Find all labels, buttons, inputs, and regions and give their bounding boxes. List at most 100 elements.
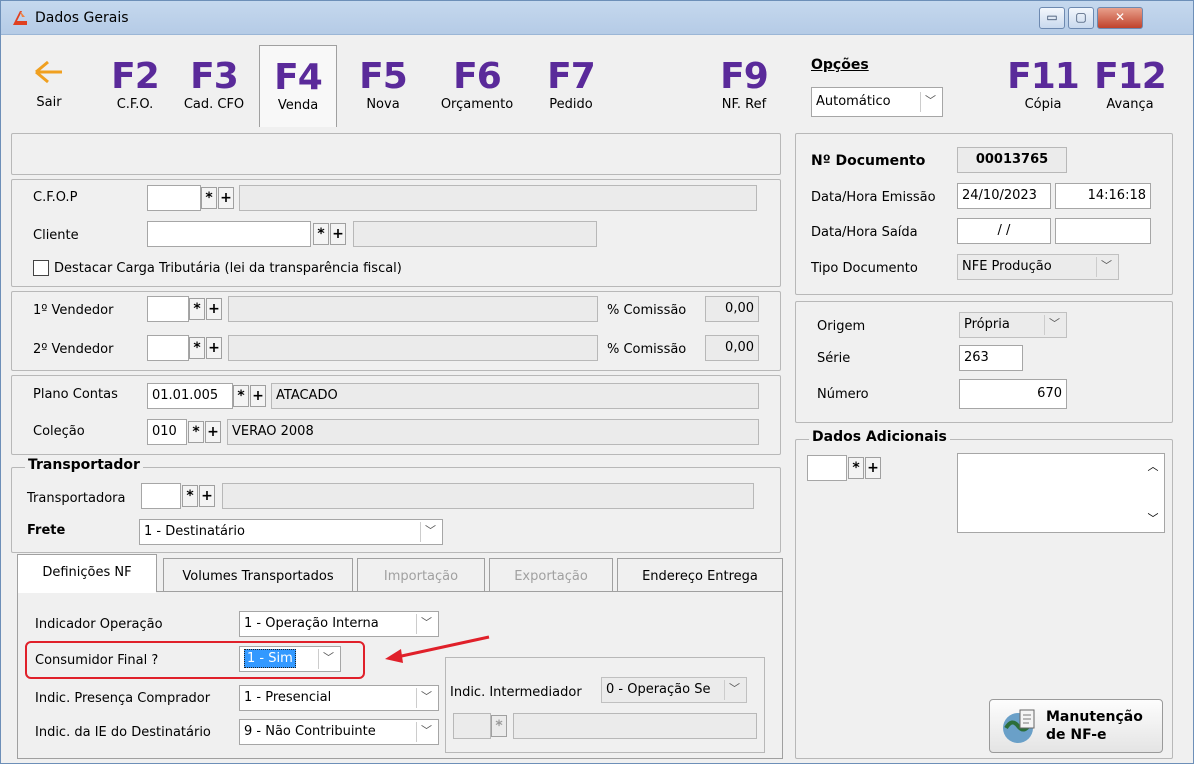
serie-input[interactable]: 263	[959, 345, 1023, 371]
origem-label: Origem	[817, 319, 866, 334]
f4-button[interactable]: F4 Venda	[259, 45, 337, 127]
emissao-date-input[interactable]: 24/10/2023	[957, 183, 1051, 209]
emissao-time-input[interactable]: 14:16:18	[1055, 183, 1151, 209]
minimize-button[interactable]: ▭	[1039, 7, 1065, 29]
tab-endereco-label: Endereço Entrega	[642, 569, 758, 584]
vendedor1-search-button[interactable]: *	[189, 298, 205, 320]
cfop-add-button[interactable]: +	[218, 187, 234, 209]
adicionais-search-button[interactable]: *	[848, 457, 864, 479]
colecao-add-button[interactable]: +	[205, 421, 221, 443]
textarea-scrollbar[interactable]: ︿ ﹀	[1144, 454, 1162, 532]
cliente-label: Cliente	[33, 228, 79, 243]
tab-definicoes-label: Definições NF	[42, 565, 132, 580]
saida-date-input[interactable]: / /	[957, 218, 1051, 244]
maximize-button[interactable]: ▢	[1068, 7, 1094, 29]
plano-code-input[interactable]: 01.01.005	[147, 383, 233, 409]
transportadora-label: Transportadora	[27, 491, 126, 506]
cfop-input[interactable]	[147, 185, 201, 211]
saida-time-input[interactable]	[1055, 218, 1151, 244]
colecao-description: VERAO 2008	[227, 419, 759, 445]
destacar-checkbox[interactable]	[33, 260, 49, 276]
vendedor1-add-button[interactable]: +	[206, 298, 222, 320]
intermediador-select: 0 - Operação Se ﹀	[601, 677, 747, 703]
f9-button[interactable]: F9 NF. Ref	[713, 45, 775, 125]
transportadora-input[interactable]	[141, 483, 181, 509]
ie-select[interactable]: 9 - Não Contribuinte ﹀	[239, 719, 439, 745]
f9-label: NF. Ref	[721, 97, 767, 112]
f5-button[interactable]: F5 Nova	[351, 45, 415, 125]
colecao-code-input[interactable]: 010	[147, 419, 187, 445]
transportadora-add-button[interactable]: +	[199, 485, 215, 507]
colecao-search-button[interactable]: *	[188, 421, 204, 443]
plano-search-button[interactable]: *	[233, 385, 249, 407]
title-bar: Dados Gerais ▭ ▢ ✕	[1, 1, 1193, 35]
origem-select: Própria ﹀	[959, 312, 1067, 338]
f11-label: Cópia	[1024, 97, 1062, 112]
tab-volumes-label: Volumes Transportados	[182, 569, 334, 584]
app-logo-icon	[13, 11, 27, 25]
cfop-label: C.F.O.P	[33, 190, 78, 205]
adicionais-add-button[interactable]: +	[865, 457, 881, 479]
manutencao-nfe-button[interactable]: Manutenção de NF-e	[989, 699, 1163, 753]
f3-button[interactable]: F3 Cad. CFO	[177, 45, 251, 125]
f9-key: F9	[720, 56, 769, 97]
chevron-down-icon: ﹀	[920, 92, 940, 112]
vendedor2-search-button[interactable]: *	[189, 337, 205, 359]
vendedor2-input[interactable]	[147, 335, 189, 361]
colecao-label: Coleção	[33, 424, 85, 439]
f2-button[interactable]: F2 C.F.O.	[105, 45, 165, 125]
f4-key: F4	[274, 57, 323, 98]
plano-description: ATACADO	[271, 383, 759, 409]
plano-add-button[interactable]: +	[250, 385, 266, 407]
f6-button[interactable]: F6 Orçamento	[433, 45, 521, 125]
frete-select[interactable]: 1 - Destinatário ﹀	[139, 519, 443, 545]
cliente-search-button[interactable]: *	[313, 223, 329, 245]
vendedor1-description	[228, 296, 598, 322]
nfe-globe-icon	[1003, 709, 1035, 743]
f12-button[interactable]: F12 Avança	[1091, 45, 1169, 125]
cliente-description	[353, 221, 597, 247]
intermediador-description	[513, 713, 757, 739]
vendedor1-label: 1º Vendedor	[33, 303, 114, 318]
frete-value: 1 - Destinatário	[144, 524, 245, 539]
tab-endereco-entrega[interactable]: Endereço Entrega	[617, 558, 783, 592]
f12-key: F12	[1094, 56, 1167, 97]
f11-button[interactable]: F11 Cópia	[1005, 45, 1081, 125]
tab-definicoes-nf[interactable]: Definições NF	[17, 554, 157, 592]
chevron-down-icon: ﹀	[416, 688, 436, 708]
intermediador-code	[453, 713, 491, 739]
cliente-input[interactable]	[147, 221, 311, 247]
close-button[interactable]: ✕	[1097, 7, 1143, 29]
ie-value: 9 - Não Contribuinte	[244, 724, 376, 739]
sair-button[interactable]: Sair	[21, 45, 77, 125]
cliente-add-button[interactable]: +	[330, 223, 346, 245]
transportadora-search-button[interactable]: *	[182, 485, 198, 507]
presenca-select[interactable]: 1 - Presencial ﹀	[239, 685, 439, 711]
opcoes-select[interactable]: Automático ﹀	[811, 87, 943, 117]
info-panel	[11, 133, 781, 175]
adicionais-code-input[interactable]	[807, 455, 847, 481]
f6-key: F6	[453, 56, 502, 97]
vendedor2-add-button[interactable]: +	[206, 337, 222, 359]
manutencao-line1: Manutenção	[1046, 709, 1143, 725]
transportador-title: Transportador	[25, 457, 143, 473]
dados-adicionais-title: Dados Adicionais	[809, 429, 950, 445]
f2-key: F2	[111, 56, 160, 97]
chevron-up-icon[interactable]: ︿	[1144, 458, 1162, 474]
numero-label: Número	[817, 387, 869, 402]
intermediador-label: Indic. Intermediador	[450, 685, 582, 700]
serie-label: Série	[817, 351, 851, 366]
active-tab-join	[18, 590, 156, 593]
opcoes-label: Opções	[811, 57, 869, 73]
back-arrow-icon	[35, 60, 62, 84]
f7-button[interactable]: F7 Pedido	[539, 45, 603, 125]
numero-input[interactable]: 670	[959, 379, 1067, 409]
vendedor1-input[interactable]	[147, 296, 189, 322]
comissao2-field: 0,00	[705, 335, 759, 361]
chevron-down-icon[interactable]: ﹀	[1144, 510, 1162, 526]
cfop-search-button[interactable]: *	[201, 187, 217, 209]
adicionais-textarea[interactable]: ︿ ﹀	[957, 453, 1165, 533]
tab-volumes[interactable]: Volumes Transportados	[163, 558, 353, 592]
f2-label: C.F.O.	[116, 97, 154, 112]
num-documento-label: Nº Documento	[811, 153, 926, 169]
